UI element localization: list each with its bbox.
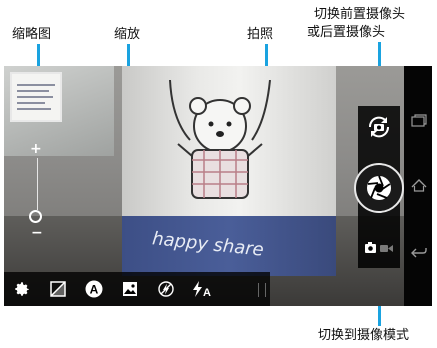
flash-auto-letter: A bbox=[203, 287, 211, 297]
exposure-icon bbox=[50, 281, 66, 297]
home-icon[interactable] bbox=[411, 178, 427, 192]
toolbar-auto-mode-button[interactable]: A bbox=[76, 272, 112, 306]
zoom-out-button[interactable]: − bbox=[31, 226, 43, 240]
camera-viewfinder[interactable]: happy share + − A A bbox=[4, 66, 404, 306]
callout-label-shutter: 拍照 bbox=[247, 27, 274, 42]
camera-switch-icon bbox=[368, 116, 390, 138]
camera-screen: happy share + − A A bbox=[4, 66, 432, 306]
zoom-in-button[interactable]: + bbox=[30, 142, 42, 156]
thumbnail-preview[interactable] bbox=[10, 72, 62, 122]
video-mode-switch[interactable] bbox=[362, 236, 396, 260]
recent-apps-icon[interactable] bbox=[411, 114, 427, 128]
gear-icon bbox=[15, 282, 29, 296]
flash-off-icon bbox=[158, 281, 174, 297]
auto-mode-letter: A bbox=[90, 283, 99, 297]
toolbar-settings-button[interactable] bbox=[4, 272, 40, 306]
zoom-slider-track[interactable] bbox=[37, 158, 38, 210]
camera-video-mode-icon bbox=[365, 242, 393, 253]
camera-control-panel bbox=[354, 106, 404, 268]
bear-illustration bbox=[169, 80, 271, 199]
callout-label-switch-camera-2: 或后置摄像头 bbox=[307, 25, 386, 40]
shutter-button[interactable] bbox=[354, 163, 404, 213]
callout-label-switch-mode: 切换到摄像模式 bbox=[318, 328, 410, 343]
toolbar-grip-handle[interactable] bbox=[258, 283, 266, 297]
callout-label-switch-camera-1: 切换前置摄像头 bbox=[314, 7, 406, 22]
callout-label-zoom: 缩放 bbox=[114, 27, 141, 42]
zoom-slider-handle[interactable] bbox=[29, 210, 42, 223]
toolbar-flash-auto-button[interactable]: A bbox=[184, 272, 220, 306]
aperture-icon bbox=[367, 175, 391, 200]
flash-auto-icon: A bbox=[193, 281, 211, 297]
back-icon[interactable] bbox=[411, 246, 427, 260]
auto-mode-icon: A bbox=[85, 280, 103, 298]
toolbar-exposure-button[interactable] bbox=[40, 272, 76, 306]
toolbar-scene-button[interactable] bbox=[112, 272, 148, 306]
settings-toolbar: A A bbox=[4, 272, 270, 306]
toolbar-flash-off-button[interactable] bbox=[148, 272, 184, 306]
system-navigation-bar bbox=[404, 66, 432, 306]
scene-icon bbox=[123, 282, 137, 296]
callout-label-thumbnail: 缩略图 bbox=[12, 27, 52, 42]
switch-camera-button[interactable] bbox=[362, 112, 396, 142]
